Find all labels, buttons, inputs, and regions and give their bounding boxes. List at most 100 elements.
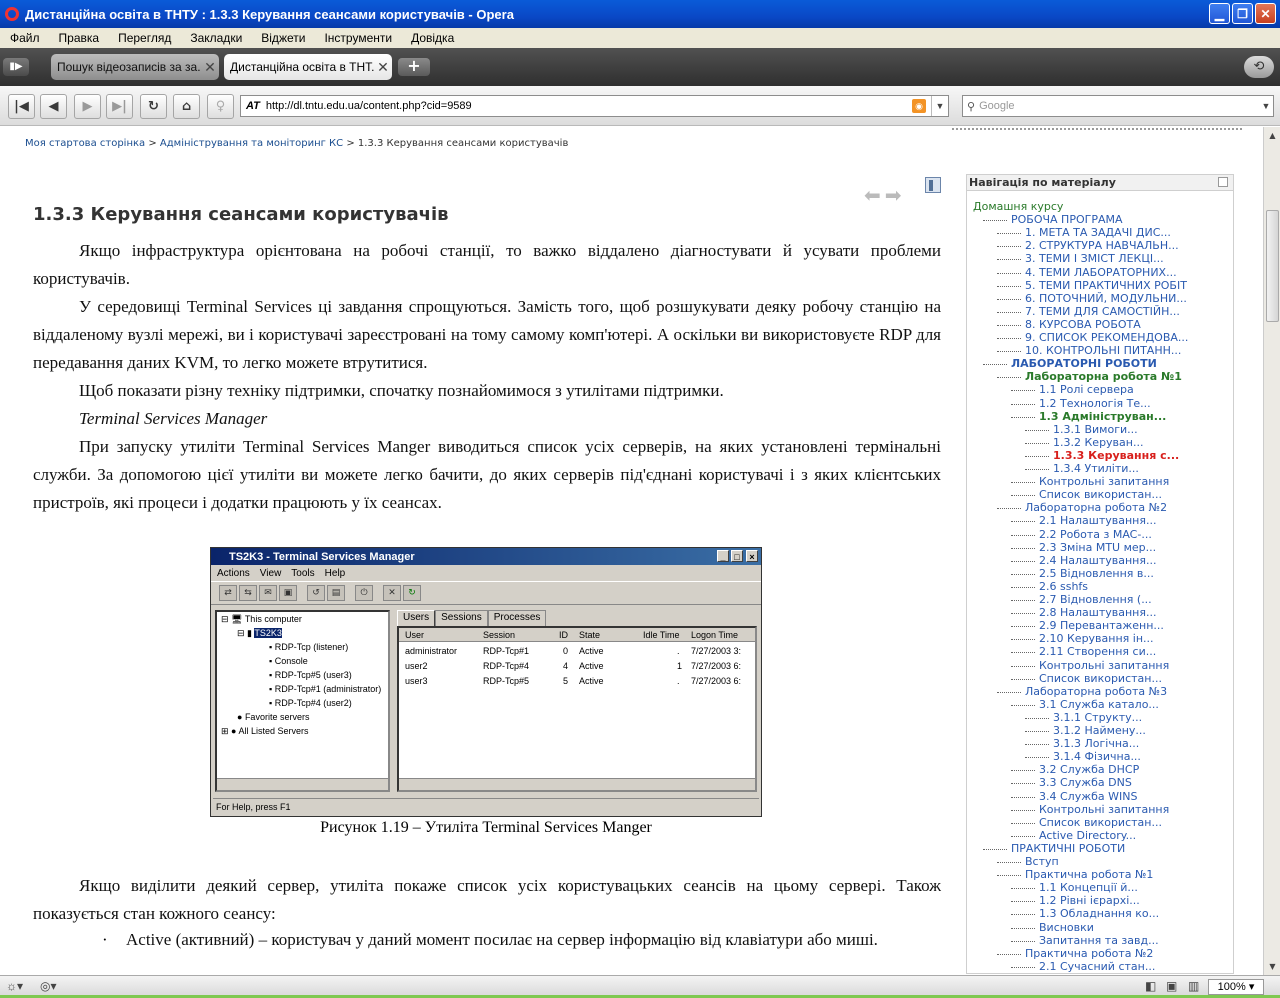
- menu-edit[interactable]: Правка: [59, 31, 100, 45]
- nav-item[interactable]: 1.3 Обладнання ко...: [1039, 907, 1159, 920]
- address-dropdown-icon[interactable]: ▼: [931, 96, 948, 116]
- reload-icon[interactable]: ↻: [140, 94, 167, 119]
- menu-help[interactable]: Довідка: [411, 31, 454, 45]
- trash-icon[interactable]: ⟲: [1244, 56, 1274, 78]
- nav-item[interactable]: 2.11 Створення си...: [1039, 645, 1156, 658]
- scroll-down-icon[interactable]: ▼: [1265, 959, 1280, 974]
- nav-item[interactable]: 5. ТЕМИ ПРАКТИЧНИХ РОБІТ: [1025, 279, 1187, 292]
- nav-item[interactable]: Висновки: [1039, 921, 1094, 934]
- speed-dial-icon[interactable]: ◎▾: [40, 979, 57, 993]
- book-view-icon[interactable]: [925, 177, 941, 193]
- nav-item[interactable]: 1.3 Адмініструван...: [1039, 410, 1166, 423]
- nav-item[interactable]: 3.3 Служба DNS: [1039, 776, 1132, 789]
- nav-item[interactable]: ПРАКТИЧНІ РОБОТИ: [1011, 842, 1125, 855]
- nav-item[interactable]: РОБОЧА ПРОГРАМА: [1011, 213, 1123, 226]
- nav-item[interactable]: Практична робота №2: [1025, 947, 1153, 960]
- prev-page-icon[interactable]: ⬅: [864, 183, 881, 207]
- nav-item[interactable]: 2.9 Перевантаженн...: [1039, 619, 1164, 632]
- search-dropdown-icon[interactable]: ▼: [1259, 96, 1273, 116]
- nav-item[interactable]: 2.8 Налаштування...: [1039, 606, 1156, 619]
- menu-tools[interactable]: Інструменти: [324, 31, 392, 45]
- nav-item[interactable]: ЛАБОРАТОРНІ РОБОТИ: [1011, 357, 1157, 370]
- nav-item[interactable]: Запитання та завд...: [1039, 934, 1159, 947]
- maximize-button[interactable]: ❐: [1232, 3, 1253, 24]
- tab-close-icon[interactable]: ✕: [374, 59, 392, 76]
- nav-item[interactable]: Список використан...: [1039, 488, 1162, 501]
- nav-item[interactable]: 1. МЕТА ТА ЗАДАЧІ ДИС...: [1025, 226, 1171, 239]
- fast-forward-icon[interactable]: ▶|: [106, 94, 133, 119]
- nav-item[interactable]: 3. ТЕМИ І ЗМІСТ ЛЕКЦІ...: [1025, 252, 1164, 265]
- opera-unite-icon[interactable]: ◧: [1145, 979, 1156, 993]
- nav-item[interactable]: 2.5 Відновлення в...: [1039, 567, 1154, 580]
- nav-item[interactable]: Лабораторна робота №2: [1025, 501, 1167, 514]
- nav-item[interactable]: 2.10 Керування ін...: [1039, 632, 1154, 645]
- nav-item[interactable]: Лабораторна робота №3: [1025, 685, 1167, 698]
- address-bar[interactable]: AT http://dl.tntu.edu.ua/content.php?cid…: [240, 95, 949, 117]
- rss-icon[interactable]: ◉: [912, 99, 926, 113]
- tab-distance-education[interactable]: Дистанційна освіта в ТНТ... ✕: [224, 54, 392, 80]
- back-icon[interactable]: ◀: [40, 94, 67, 119]
- nav-item[interactable]: Список використан...: [1039, 672, 1162, 685]
- nav-item[interactable]: 3.1 Служба катало...: [1039, 698, 1159, 711]
- nav-item[interactable]: Active Directory...: [1039, 829, 1136, 842]
- nav-item[interactable]: 8. КУРСОВА РОБОТА: [1025, 318, 1141, 331]
- nav-item[interactable]: 3.1.2 Наймену...: [1053, 724, 1146, 737]
- breadcrumb-home[interactable]: Моя стартова сторінка: [25, 138, 145, 149]
- nav-item[interactable]: 1.2 Рівні ієрархі...: [1039, 894, 1140, 907]
- nav-item[interactable]: 2.1 Сучасний стан...: [1039, 960, 1155, 973]
- nav-item[interactable]: 2.7 Відновлення (...: [1039, 593, 1152, 606]
- view-icon[interactable]: ▥: [1188, 979, 1199, 993]
- forward-icon[interactable]: ▶: [74, 94, 101, 119]
- nav-item[interactable]: 10. КОНТРОЛЬНІ ПИТАНН...: [1025, 344, 1181, 357]
- nav-item[interactable]: 2.1 Налаштування...: [1039, 514, 1156, 527]
- nav-item[interactable]: 1.1 Ролі сервера: [1039, 383, 1134, 396]
- nav-item[interactable]: 3.4 Служба WINS: [1039, 790, 1137, 803]
- wand-icon[interactable]: ♀: [207, 94, 234, 119]
- home-icon[interactable]: ⌂: [173, 94, 200, 119]
- new-tab-button[interactable]: +: [398, 58, 430, 76]
- nav-item[interactable]: Контрольні запитання: [1039, 475, 1169, 488]
- nav-item[interactable]: 1.3.4 Утиліти...: [1053, 462, 1139, 475]
- nav-item[interactable]: 1.3.3 Керування с...: [1053, 449, 1179, 462]
- nav-item[interactable]: 7. ТЕМИ ДЛЯ САМОСТІЙН...: [1025, 305, 1180, 318]
- tab-video-search[interactable]: Пошук відеозаписів за за... ✕: [51, 54, 219, 80]
- nav-item[interactable]: 1.3.1 Вимоги...: [1053, 423, 1138, 436]
- nav-item[interactable]: 2.4 Налаштування...: [1039, 554, 1156, 567]
- nav-item[interactable]: 1.1 Концепції й...: [1039, 881, 1138, 894]
- nav-item[interactable]: Список використан...: [1039, 816, 1162, 829]
- search-field[interactable]: ⚲ Google ▼: [962, 95, 1274, 117]
- nav-item[interactable]: Контрольні запитання: [1039, 659, 1169, 672]
- tab-close-icon[interactable]: ✕: [201, 59, 219, 76]
- close-button[interactable]: ✕: [1255, 3, 1276, 24]
- next-page-icon[interactable]: ➡: [885, 183, 902, 207]
- nav-item[interactable]: Контрольні запитання: [1039, 803, 1169, 816]
- vertical-scrollbar[interactable]: ▲ ▼: [1263, 127, 1280, 975]
- nav-item[interactable]: Лабораторна робота №1: [1025, 370, 1182, 383]
- nav-item[interactable]: 1.2 Технологія Те...: [1039, 397, 1151, 410]
- nav-item[interactable]: Вступ: [1025, 855, 1059, 868]
- collapse-icon[interactable]: [1218, 177, 1228, 187]
- zoom-level[interactable]: 100% ▾: [1208, 979, 1264, 995]
- nav-item[interactable]: Домашня курсу: [973, 200, 1063, 213]
- menu-view[interactable]: Перегляд: [118, 31, 171, 45]
- nav-item[interactable]: Практична робота №1: [1025, 868, 1153, 881]
- nav-item[interactable]: 3.1.3 Логічна...: [1053, 737, 1139, 750]
- rewind-icon[interactable]: |◀: [8, 94, 35, 119]
- nav-item[interactable]: 3.1.4 Фізична...: [1053, 750, 1141, 763]
- nav-item[interactable]: 3.1.1 Структу...: [1053, 711, 1142, 724]
- nav-item[interactable]: 3.2 Служба DHCP: [1039, 763, 1139, 776]
- nav-item[interactable]: 2.2 Робота з MAC-...: [1039, 528, 1152, 541]
- nav-item[interactable]: 2.6 sshfs: [1039, 580, 1088, 593]
- menu-bookmarks[interactable]: Закладки: [190, 31, 242, 45]
- menu-file[interactable]: Файл: [10, 31, 40, 45]
- speed-icon[interactable]: ▣: [1166, 979, 1177, 993]
- nav-item[interactable]: 6. ПОТОЧНИЙ, МОДУЛЬНИ...: [1025, 292, 1187, 305]
- minimize-button[interactable]: ▁: [1209, 3, 1230, 24]
- breadcrumb-course[interactable]: Адміністрування та моніторинг КС: [160, 138, 343, 149]
- nav-item[interactable]: 1.3.2 Керуван...: [1053, 436, 1143, 449]
- panels-icon[interactable]: ☼▾: [6, 979, 23, 993]
- menu-widgets[interactable]: Віджети: [261, 31, 305, 45]
- nav-item[interactable]: 2.3 Зміна MTU мер...: [1039, 541, 1156, 554]
- nav-item[interactable]: 4. ТЕМИ ЛАБОРАТОРНИХ...: [1025, 266, 1177, 279]
- scroll-up-icon[interactable]: ▲: [1265, 128, 1280, 143]
